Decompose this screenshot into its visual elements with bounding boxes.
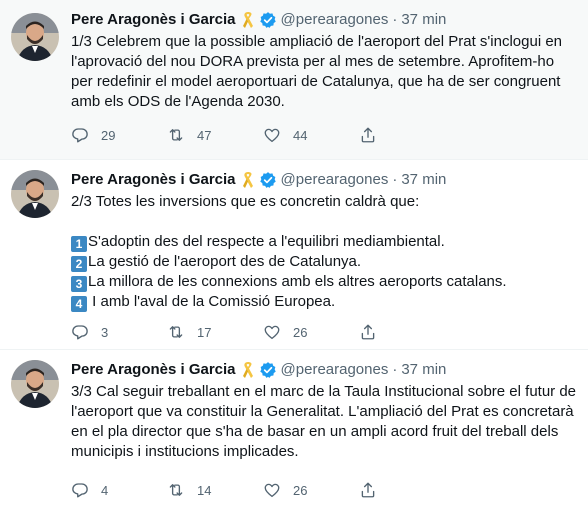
like-count: 26 xyxy=(293,324,308,340)
like-button[interactable]: 44 xyxy=(263,125,359,145)
reply-count: 29 xyxy=(101,127,116,143)
timestamp[interactable]: 37 min xyxy=(401,10,446,30)
reply-count: 4 xyxy=(101,482,109,498)
tweet-1[interactable]: Pere Aragonès i Garcia @perearagones · 3… xyxy=(0,0,588,160)
retweet-button[interactable]: 17 xyxy=(167,322,263,342)
reply-count: 3 xyxy=(101,324,109,340)
keycap-digit-icon: 4 xyxy=(71,296,87,312)
tweet-text-line: amb els ODS de l'Agenda 2030. xyxy=(71,93,285,110)
like-count: 26 xyxy=(293,482,308,498)
tweet-text-line: l'aeroport que va constituir la Generali… xyxy=(71,403,574,420)
author-name[interactable]: Pere Aragonès i Garcia xyxy=(71,10,236,30)
share-button[interactable] xyxy=(359,125,399,145)
list-item: 4 I amb l'aval de la Comissió Europea. xyxy=(71,292,576,312)
timestamp[interactable]: 37 min xyxy=(401,360,446,380)
yellow-ribbon-icon xyxy=(240,170,256,190)
like-button[interactable]: 26 xyxy=(263,322,359,342)
like-icon xyxy=(264,128,280,143)
tweet-text-line: 3/3 Cal seguir treballant en el marc de … xyxy=(71,383,577,400)
like-icon xyxy=(264,325,280,340)
avatar[interactable] xyxy=(11,13,59,61)
tweet-text-line: per redefinir el model aeroportuari de C… xyxy=(71,73,561,90)
retweet-count: 17 xyxy=(197,324,212,340)
separator-dot: · xyxy=(392,361,398,378)
list-item-text: S'adoptin des del respecte a l'equilibri… xyxy=(88,233,445,250)
tweet-text: 2/3 Totes les inversions que es concreti… xyxy=(71,192,576,312)
keycap-digit-icon: 3 xyxy=(71,276,87,292)
share-button[interactable] xyxy=(359,480,399,500)
tweet-actions: 3 17 26 xyxy=(71,322,501,342)
list-item: 2 La gestió de l'aeroport des de Cataluny… xyxy=(71,252,576,272)
tweet-text: 3/3 Cal seguir treballant en el marc de … xyxy=(71,382,576,462)
avatar[interactable] xyxy=(11,360,59,408)
timeline: Pere Aragonès i Garcia @perearagones · 3… xyxy=(0,0,588,514)
retweet-button[interactable]: 47 xyxy=(167,125,263,145)
verified-badge-icon xyxy=(259,11,277,29)
yellow-ribbon-icon xyxy=(240,360,256,380)
reply-icon xyxy=(72,483,88,498)
share-icon xyxy=(361,127,375,143)
like-count: 44 xyxy=(293,127,308,143)
separator-dot: · xyxy=(392,171,398,188)
share-icon xyxy=(361,324,375,340)
tweet-text-line: l'aprovació del nou DORA prevista per al… xyxy=(71,53,555,70)
tweet-text-line: 2/3 Totes les inversions que es concreti… xyxy=(71,193,420,210)
tweet-actions: 29 47 44 xyxy=(71,125,501,145)
share-button[interactable] xyxy=(359,322,399,342)
tweet-text-line: 1/3 Celebrem que la possible ampliació d… xyxy=(71,33,563,50)
tweet-2[interactable]: Pere Aragonès i Garcia @perearagones · 3… xyxy=(0,160,588,350)
retweet-icon xyxy=(169,484,183,496)
tweet-text-line: en el pla director que s'ha de basar en … xyxy=(71,423,559,440)
tweet-actions: 4 14 26 xyxy=(71,480,501,500)
separator-dot: · xyxy=(392,11,398,28)
author-handle[interactable]: @perearagones xyxy=(281,10,389,30)
tweet-3[interactable]: Pere Aragonès i Garcia @perearagones · 3… xyxy=(0,350,588,514)
like-icon xyxy=(264,483,280,498)
keycap-digit-icon: 1 xyxy=(71,236,87,252)
tweet-text: 1/3 Celebrem que la possible ampliació d… xyxy=(71,32,576,112)
author-name[interactable]: Pere Aragonès i Garcia xyxy=(71,170,236,190)
list-item-text: I amb l'aval de la Comissió Europea. xyxy=(88,293,336,310)
avatar[interactable] xyxy=(11,170,59,218)
reply-icon xyxy=(72,128,88,143)
retweet-button[interactable]: 14 xyxy=(167,480,263,500)
retweet-count: 47 xyxy=(197,127,212,143)
reply-button[interactable]: 4 xyxy=(71,480,167,500)
retweet-icon xyxy=(169,326,183,338)
timestamp[interactable]: 37 min xyxy=(401,170,446,190)
reply-button[interactable]: 3 xyxy=(71,322,167,342)
author-name[interactable]: Pere Aragonès i Garcia xyxy=(71,360,236,380)
retweet-icon xyxy=(169,129,183,141)
reply-icon xyxy=(72,325,88,340)
list-item: 3 La millora de les connexions amb els al… xyxy=(71,272,576,292)
tweet-text-line: municipis i institucions implicades. xyxy=(71,443,299,460)
share-icon xyxy=(361,482,375,498)
verified-badge-icon xyxy=(259,171,277,189)
like-button[interactable]: 26 xyxy=(263,480,359,500)
yellow-ribbon-icon xyxy=(240,10,256,30)
list-item-text: La millora de les connexions amb els alt… xyxy=(88,273,507,290)
keycap-digit-icon: 2 xyxy=(71,256,87,272)
list-item: 1 S'adoptin des del respecte a l'equilibr… xyxy=(71,232,576,252)
author-handle[interactable]: @perearagones xyxy=(281,360,389,380)
author-handle[interactable]: @perearagones xyxy=(281,170,389,190)
list-item-text: La gestió de l'aeroport des de Catalunya… xyxy=(88,253,362,270)
retweet-count: 14 xyxy=(197,482,212,498)
reply-button[interactable]: 29 xyxy=(71,125,167,145)
verified-badge-icon xyxy=(259,361,277,379)
